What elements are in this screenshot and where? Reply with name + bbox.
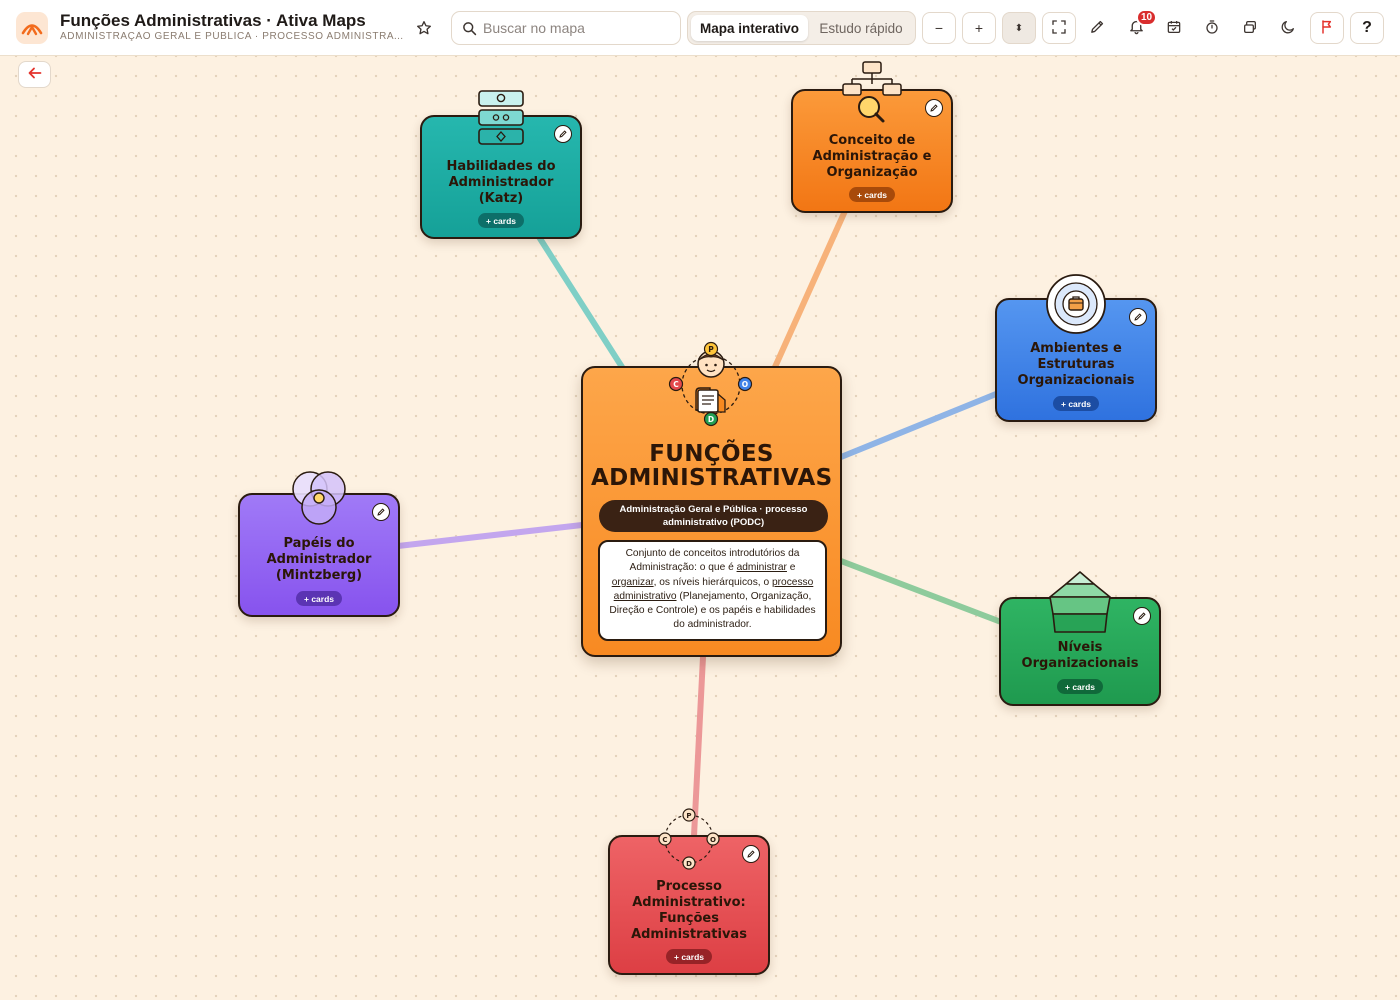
- link-niveis: [838, 558, 1004, 625]
- podc-letter: O: [710, 836, 716, 844]
- podc-letter: D: [708, 415, 714, 424]
- edit-node-button[interactable]: [925, 99, 943, 117]
- edit-node-button[interactable]: [554, 125, 572, 143]
- edit-node-button[interactable]: [1133, 607, 1151, 625]
- podc-letter: P: [708, 345, 714, 354]
- add-cards-button[interactable]: + cards: [665, 949, 713, 964]
- node-title: Papéis do Administrador (Mintzberg): [266, 536, 372, 583]
- edit-node-button[interactable]: [742, 845, 760, 863]
- skills-stack-icon: [475, 89, 527, 154]
- link-ambientes: [838, 391, 999, 460]
- node-title: Habilidades do Administrador (Katz): [446, 159, 556, 206]
- podc-letter: P: [686, 812, 691, 820]
- podc-letter: C: [662, 836, 667, 844]
- central-description: Conjunto de conceitos introdutórios da A…: [598, 540, 827, 641]
- podc-letter: D: [686, 860, 692, 868]
- add-cards-button[interactable]: + cards: [848, 187, 896, 202]
- term-link-organizar[interactable]: organizar: [612, 577, 654, 588]
- pyramid-levels-icon: [1046, 570, 1114, 641]
- venn-circles-icon: [289, 469, 349, 534]
- node-title: Níveis Organizacionais: [1021, 640, 1139, 671]
- org-chart-magnifier-icon: [840, 60, 904, 131]
- podc-cycle-icon: P O D C: [657, 806, 721, 875]
- podc-letter: C: [673, 380, 679, 389]
- add-cards-button[interactable]: + cards: [295, 591, 343, 606]
- node-title: Ambientes e Estruturas Organizacionais: [1017, 341, 1135, 388]
- edit-node-button[interactable]: [1129, 308, 1147, 326]
- target-briefcase-icon: [1045, 273, 1107, 340]
- edit-node-button[interactable]: [372, 503, 390, 521]
- central-title: FUNÇÕES ADMINISTRATIVAS: [591, 441, 833, 491]
- podc-letter: O: [742, 380, 748, 389]
- add-cards-button[interactable]: + cards: [1056, 679, 1104, 694]
- node-title: Processo Administrativo: Funções Adminis…: [631, 879, 747, 942]
- term-link-administrar[interactable]: administrar: [737, 562, 787, 573]
- central-subtitle: Administração Geral e Pública · processo…: [599, 500, 828, 532]
- add-cards-button[interactable]: + cards: [477, 213, 525, 228]
- link-mintzberg: [395, 522, 585, 549]
- podc-manager-icon: P O D C: [665, 340, 759, 435]
- add-cards-button[interactable]: + cards: [1052, 396, 1100, 411]
- link-conceito: [772, 208, 848, 370]
- link-katz: [536, 234, 625, 370]
- node-title: Conceito de Administração e Organização: [812, 133, 932, 180]
